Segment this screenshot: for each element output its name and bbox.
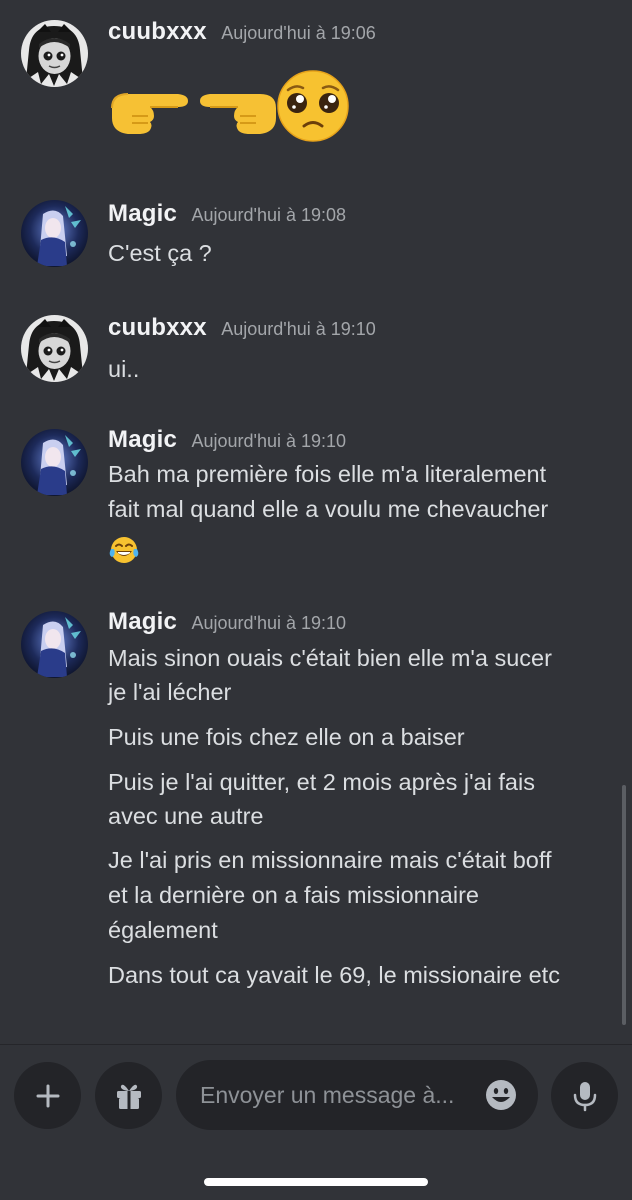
- emoji-reaction-row: [111, 70, 349, 142]
- message-text: Puis une fois chez elle on a baiser: [108, 724, 465, 750]
- username[interactable]: Magic: [108, 426, 177, 453]
- message-input[interactable]: Envoyer un message à...: [176, 1060, 538, 1130]
- avatar-magic[interactable]: [21, 429, 88, 496]
- plus-icon: [36, 1084, 59, 1107]
- emoji-smile-icon[interactable]: [485, 1079, 517, 1111]
- add-attachment-button[interactable]: [14, 1062, 81, 1129]
- timestamp: Aujourd'hui à 19:10: [221, 319, 376, 339]
- timestamp: Aujourd'hui à 19:06: [221, 23, 376, 43]
- message-text: Mais sinon ouais c'était bien elle m'a s…: [108, 645, 552, 671]
- avatar-cuubxxx[interactable]: [21, 315, 88, 382]
- message-text: fait mal quand elle a voulu me chevauche…: [108, 496, 549, 522]
- gift-button[interactable]: [95, 1062, 162, 1129]
- avatar-magic[interactable]: [21, 200, 88, 267]
- message-text: Puis je l'ai quitter, et 2 mois après j'…: [108, 769, 535, 795]
- scrollbar[interactable]: [622, 785, 626, 1025]
- message-text: et la dernière on a fais missionnaire: [108, 882, 479, 908]
- username[interactable]: cuubxxx: [108, 314, 207, 341]
- username[interactable]: Magic: [108, 608, 177, 635]
- message-text: Dans tout ca yavait le 69, le missionair…: [108, 962, 560, 988]
- gift-icon: [116, 1084, 141, 1109]
- timestamp: Aujourd'hui à 19:10: [191, 613, 347, 633]
- message-input-placeholder: Envoyer un message à...: [200, 1082, 455, 1108]
- chat-screen: cuubxxx Aujourd'hui à 19:06 Magic Aujour…: [0, 0, 632, 1200]
- message-text: je l'ai lécher: [108, 679, 232, 705]
- message-text: avec une autre: [108, 803, 264, 829]
- message-text: C'est ça ?: [108, 240, 212, 266]
- pleading-face-icon: [277, 70, 349, 142]
- message-text: ui..: [108, 356, 140, 382]
- pointing-right-hand-icon: [111, 93, 188, 134]
- tears-of-joy-icon: [109, 537, 139, 563]
- avatar-magic[interactable]: [21, 611, 88, 678]
- timestamp: Aujourd'hui à 19:08: [191, 205, 347, 225]
- voice-message-button[interactable]: [551, 1062, 618, 1129]
- message-text: Bah ma première fois elle m'a literaleme…: [108, 461, 547, 487]
- pointing-left-hand-icon: [200, 94, 276, 134]
- username[interactable]: cuubxxx: [108, 18, 207, 45]
- message-text: Je l'ai pris en missionnaire mais c'étai…: [108, 847, 552, 873]
- timestamp: Aujourd'hui à 19:10: [191, 431, 347, 451]
- composer-divider: [0, 1044, 632, 1045]
- avatar-cuubxxx[interactable]: [21, 20, 88, 87]
- home-indicator[interactable]: [204, 1178, 428, 1186]
- message-text: également: [108, 917, 218, 943]
- username[interactable]: Magic: [108, 200, 177, 227]
- microphone-icon: [573, 1081, 596, 1111]
